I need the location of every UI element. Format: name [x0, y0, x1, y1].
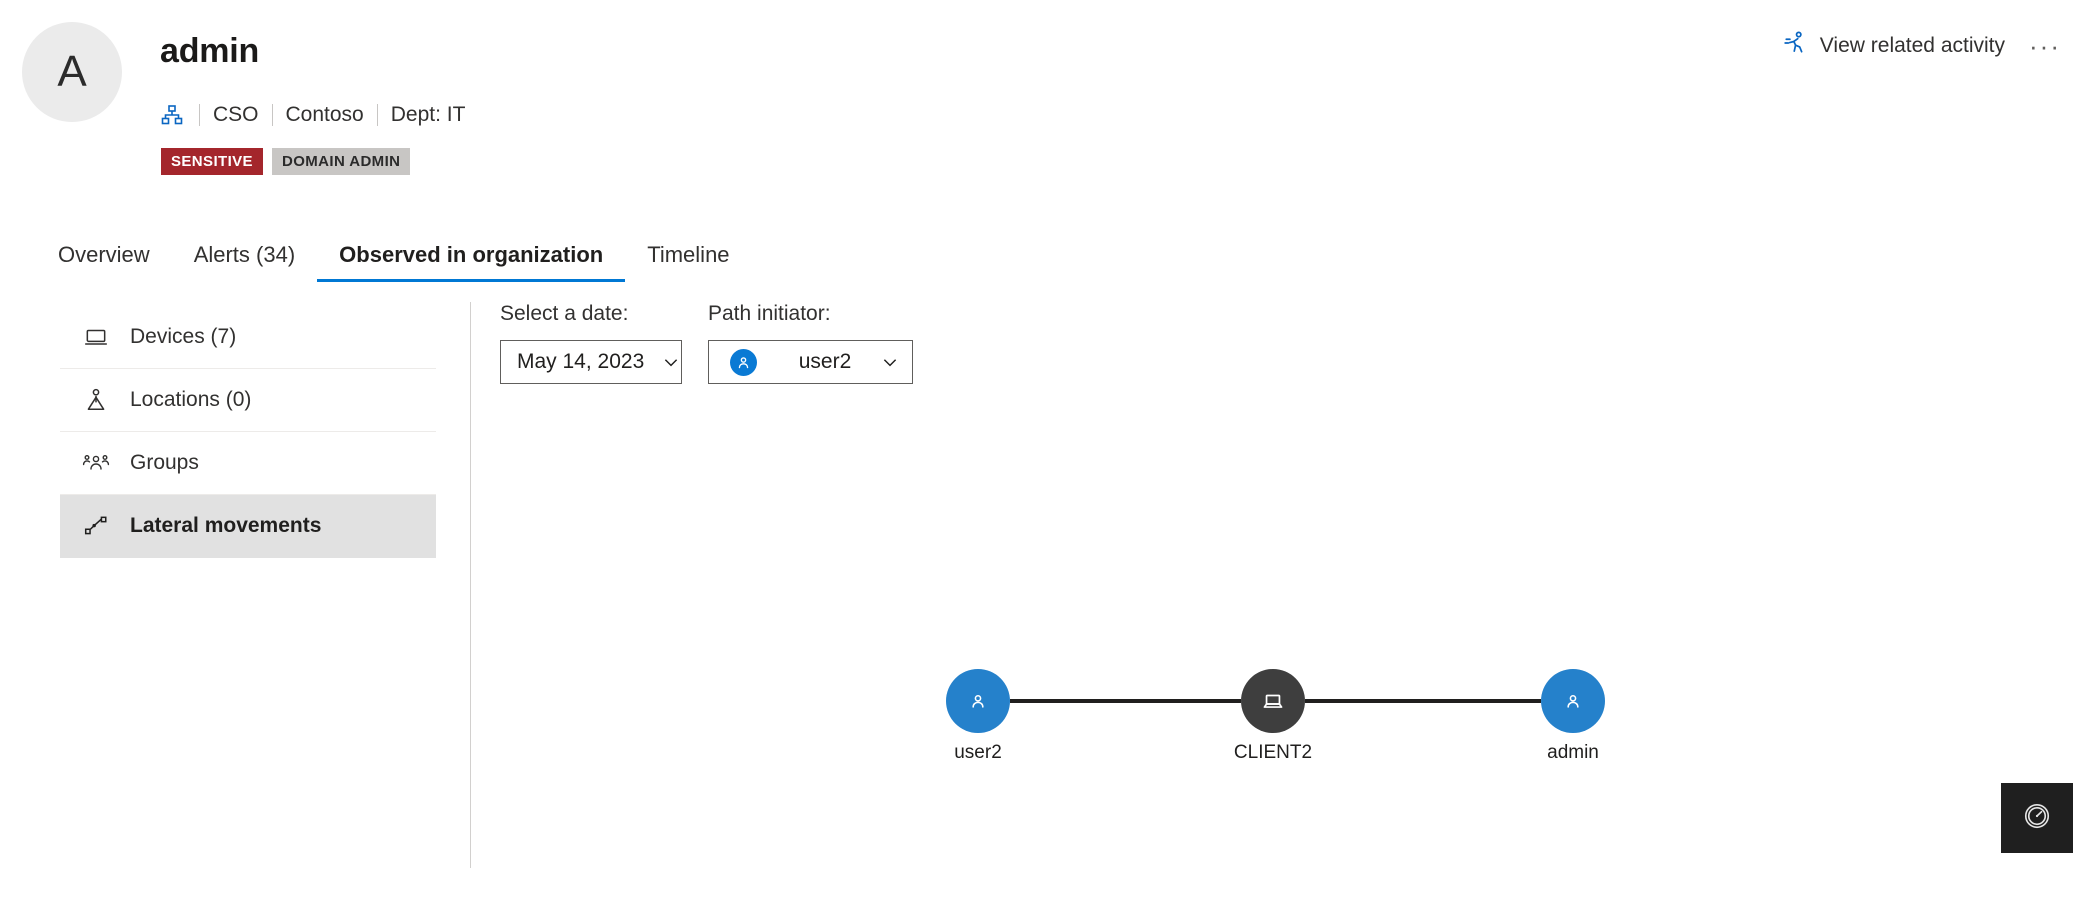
subtitle-dept: Dept: IT	[390, 103, 466, 126]
tab-observed-in-organization[interactable]: Observed in organization	[317, 228, 626, 282]
status-badge-domain-admin: DOMAIN ADMIN	[271, 148, 411, 175]
graph-node-client2[interactable]	[1241, 669, 1305, 733]
location-person-icon	[78, 387, 114, 413]
tab-overview[interactable]: Overview	[36, 228, 172, 282]
tab-timeline-label: Timeline	[647, 242, 730, 267]
graph-node-label-client2: CLIENT2	[1233, 742, 1313, 763]
ellipsis-icon: ···	[2029, 31, 2061, 61]
observed-nav-list: Devices (7) Locations (0) Groups Lateral…	[60, 306, 436, 558]
subtitle-divider-1	[199, 104, 200, 126]
running-person-icon	[1783, 30, 1809, 62]
page-title: admin	[160, 32, 260, 70]
sidebar-item-devices-label: Devices (7)	[130, 325, 237, 348]
subtitle-cso: CSO	[213, 103, 259, 126]
people-group-icon	[78, 449, 114, 477]
view-related-activity-label: View related activity	[1819, 34, 2005, 57]
sidebar-item-locations[interactable]: Locations (0)	[60, 369, 436, 432]
org-chart-icon[interactable]	[160, 103, 184, 127]
sidebar-item-locations-label: Locations (0)	[130, 388, 252, 411]
status-badge-sensitive: SENSITIVE	[161, 148, 263, 175]
performance-widget-button[interactable]	[2001, 783, 2073, 853]
graph-node-label-admin: admin	[1547, 742, 1599, 763]
content-area: Devices (7) Locations (0) Groups Lateral…	[0, 290, 2085, 913]
sidebar-item-devices[interactable]: Devices (7)	[60, 306, 436, 369]
more-options-button[interactable]: ···	[2027, 28, 2063, 64]
entity-header: A admin CSO Contoso Dept: IT SENSITIVE D…	[0, 0, 2085, 200]
sidebar-item-groups[interactable]: Groups	[60, 432, 436, 495]
tab-bar: Overview Alerts (34) Observed in organiz…	[0, 228, 2085, 284]
gauge-icon	[2022, 801, 2052, 836]
laptop-icon	[78, 324, 114, 350]
page-root: A admin CSO Contoso Dept: IT SENSITIVE D…	[0, 0, 2085, 913]
graph-node-label-user2: user2	[954, 742, 1002, 763]
graph-node-admin[interactable]	[1541, 669, 1605, 733]
avatar: A	[22, 22, 122, 122]
badge-list: SENSITIVE DOMAIN ADMIN	[161, 148, 411, 175]
tab-timeline[interactable]: Timeline	[625, 228, 751, 282]
tab-observed-in-organization-label: Observed in organization	[339, 242, 604, 267]
subtitle-contoso: Contoso	[285, 103, 364, 126]
subtitle-divider-3	[376, 104, 378, 126]
sidebar-item-lateral-movements-label: Lateral movements	[130, 514, 322, 537]
view-related-activity-button[interactable]: View related activity	[1783, 30, 2005, 62]
sidebar-item-groups-label: Groups	[130, 451, 199, 474]
sidebar-item-lateral-movements[interactable]: Lateral movements	[60, 495, 436, 558]
lateral-movement-graph: is an administrator on is logged into by…	[470, 290, 2085, 913]
graph-canvas	[946, 669, 1605, 733]
entity-subtitle: CSO Contoso Dept: IT	[160, 100, 465, 130]
header-actions: View related activity ···	[1783, 28, 2063, 64]
avatar-initial: A	[57, 47, 87, 96]
tab-alerts-label: Alerts (34)	[193, 242, 296, 267]
tab-alerts[interactable]: Alerts (34)	[172, 228, 317, 282]
lateral-movement-icon	[78, 513, 114, 539]
tab-overview-label: Overview	[58, 242, 150, 267]
subtitle-divider-2	[271, 104, 273, 126]
graph-node-user2[interactable]	[946, 669, 1010, 733]
